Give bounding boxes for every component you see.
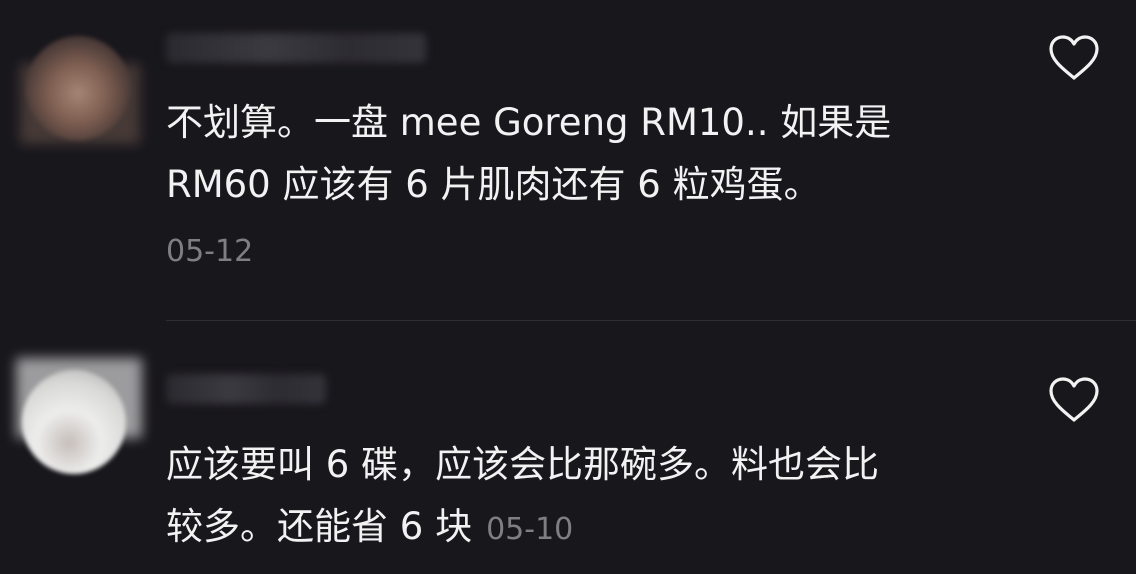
comment-item: 应该要叫 6 碟，应该会比那碗多。料也会比 较多。还能省 6 块 05-10 bbox=[0, 322, 1136, 574]
heart-outline-icon bbox=[1049, 35, 1099, 80]
comment-date: 05-10 bbox=[486, 512, 574, 547]
comment-text-line: 不划算。一盘 mee Goreng RM10.. 如果是 bbox=[166, 101, 892, 144]
comment-text-line: 应该要叫 6 碟，应该会比那碗多。料也会比 bbox=[166, 443, 880, 486]
like-button[interactable] bbox=[1046, 374, 1102, 426]
comment-item: 不划算。一盘 mee Goreng RM10.. 如果是 RM60 应该有 6 … bbox=[0, 0, 1136, 321]
avatar[interactable] bbox=[22, 370, 126, 474]
comment-text-line: RM60 应该有 6 片肌肉还有 6 粒鸡蛋。 bbox=[166, 163, 821, 206]
like-button[interactable] bbox=[1046, 32, 1102, 84]
avatar[interactable] bbox=[26, 36, 130, 140]
comment-text: 应该要叫 6 碟，应该会比那碗多。料也会比 较多。还能省 6 块 05-10 bbox=[166, 434, 986, 561]
username-blurred[interactable] bbox=[166, 33, 426, 63]
heart-outline-icon bbox=[1049, 377, 1099, 422]
comment-text-line: 较多。还能省 6 块 bbox=[166, 505, 473, 548]
comment-text: 不划算。一盘 mee Goreng RM10.. 如果是 RM60 应该有 6 … bbox=[166, 92, 986, 216]
comment-date: 05-12 bbox=[166, 234, 254, 269]
comment-divider bbox=[166, 320, 1136, 321]
username-blurred[interactable] bbox=[166, 374, 326, 404]
comment-text-line-with-date: 较多。还能省 6 块 05-10 bbox=[166, 496, 986, 561]
